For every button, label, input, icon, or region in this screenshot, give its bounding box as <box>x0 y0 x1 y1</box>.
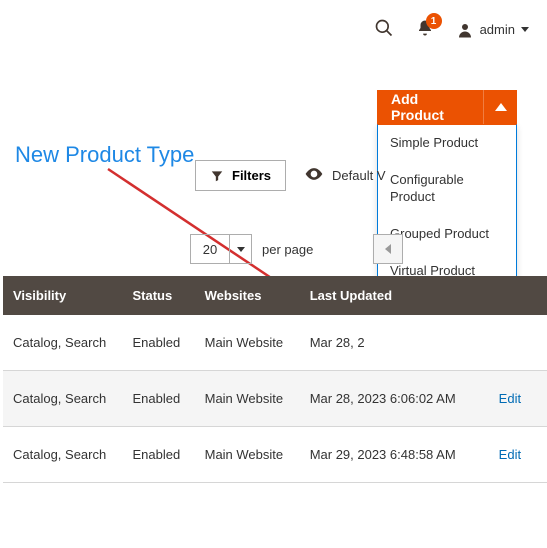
notification-badge: 1 <box>426 13 442 29</box>
view-label: Default V <box>332 168 385 183</box>
col-status[interactable]: Status <box>123 276 195 315</box>
triangle-up-icon <box>495 103 507 111</box>
per-page-select[interactable]: 20 <box>190 234 252 264</box>
table-row[interactable]: Catalog, Search Enabled Main Website Mar… <box>3 371 547 427</box>
cell-websites: Main Website <box>195 427 300 483</box>
per-page-label: per page <box>262 242 313 257</box>
funnel-icon <box>210 169 224 183</box>
cell-last-updated: Mar 29, 2023 6:48:58 AM <box>300 427 473 483</box>
cell-last-updated: Mar 28, 2 <box>300 315 473 371</box>
pager-prev-button[interactable] <box>373 234 403 264</box>
col-last-updated[interactable]: Last Updated <box>300 276 473 315</box>
account-menu[interactable]: admin <box>456 21 529 39</box>
table-row[interactable]: Catalog, Search Enabled Main Website Mar… <box>3 427 547 483</box>
eye-icon <box>304 164 324 187</box>
edit-link[interactable]: Edit <box>499 447 521 462</box>
dropdown-item-simple[interactable]: Simple Product <box>378 125 516 162</box>
cell-last-updated: Mar 28, 2023 6:06:02 AM <box>300 371 473 427</box>
view-selector[interactable]: Default V <box>304 164 385 187</box>
products-grid: Visibility Status Websites Last Updated … <box>3 276 547 483</box>
chevron-left-icon <box>385 244 391 254</box>
cell-status: Enabled <box>123 315 195 371</box>
edit-link[interactable]: Edit <box>499 391 521 406</box>
add-product-toggle[interactable] <box>483 90 517 124</box>
notifications-button[interactable]: 1 <box>416 19 434 40</box>
chevron-down-icon <box>521 27 529 32</box>
table-row[interactable]: Catalog, Search Enabled Main Website Mar… <box>3 315 547 371</box>
cell-websites: Main Website <box>195 315 300 371</box>
table-header-row: Visibility Status Websites Last Updated <box>3 276 547 315</box>
cell-visibility: Catalog, Search <box>3 427 123 483</box>
filters-label: Filters <box>232 168 271 183</box>
account-username: admin <box>480 22 515 37</box>
col-visibility[interactable]: Visibility <box>3 276 123 315</box>
cell-status: Enabled <box>123 371 195 427</box>
cell-visibility: Catalog, Search <box>3 371 123 427</box>
cell-websites: Main Website <box>195 371 300 427</box>
add-product-button[interactable]: Add Product <box>377 90 483 124</box>
cell-visibility: Catalog, Search <box>3 315 123 371</box>
filters-button[interactable]: Filters <box>195 160 286 191</box>
search-icon[interactable] <box>374 18 394 41</box>
chevron-down-icon <box>229 235 251 263</box>
per-page-value: 20 <box>191 235 229 263</box>
col-action <box>473 276 547 315</box>
cell-status: Enabled <box>123 427 195 483</box>
col-websites[interactable]: Websites <box>195 276 300 315</box>
